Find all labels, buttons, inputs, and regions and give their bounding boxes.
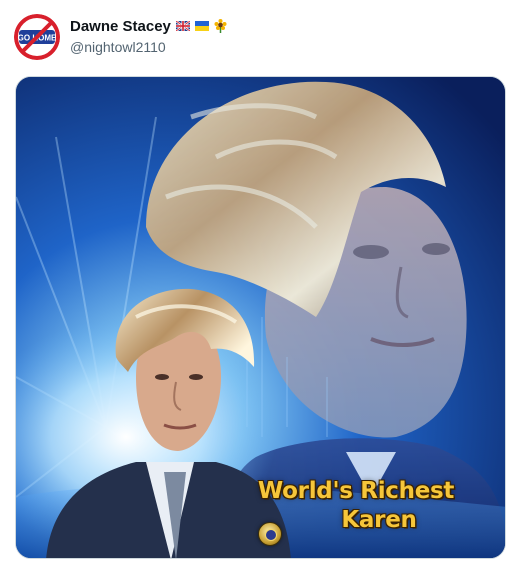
author-handle[interactable]: @nightowl2110 bbox=[70, 39, 166, 55]
ukraine-flag-icon bbox=[194, 21, 209, 31]
caption-line-1: World's Richest bbox=[257, 478, 455, 504]
seal-icon bbox=[258, 522, 282, 546]
avatar[interactable]: GO HOME bbox=[14, 14, 60, 60]
tweet-header: GO HOME Dawne Stacey @nightowl2110 bbox=[0, 0, 519, 72]
author-name-row: Dawne Stacey bbox=[70, 16, 227, 36]
author-display-name[interactable]: Dawne Stacey bbox=[70, 18, 171, 35]
post-image[interactable]: World's Richest Karen bbox=[15, 76, 506, 559]
uk-flag-icon bbox=[175, 21, 190, 31]
sunflower-icon bbox=[214, 19, 227, 33]
